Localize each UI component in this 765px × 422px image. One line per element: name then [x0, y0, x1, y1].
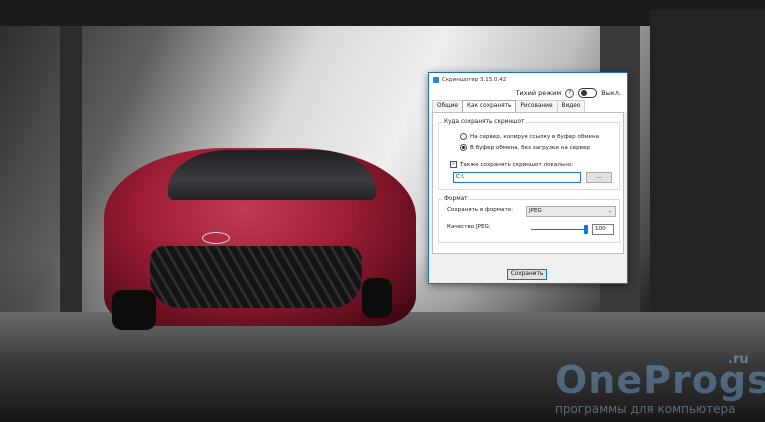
tab-general[interactable]: Общие	[432, 100, 463, 112]
toggle-knob	[581, 90, 588, 96]
title-bar[interactable]: Скриншотер 3.15.0.42	[429, 73, 627, 86]
settings-window: Скриншотер 3.15.0.42 Тихий режим ? Выкл.…	[428, 72, 628, 284]
format-label-row: Сохранять в формате:	[447, 207, 513, 213]
local-save-row[interactable]: ✓ Также сохранять скриншот локально:	[450, 161, 573, 168]
mode-bar: Тихий режим ? Выкл.	[429, 86, 627, 100]
chevron-down-icon: ⌄	[607, 208, 612, 214]
car-windshield	[168, 150, 376, 200]
format-select-value: JPEG	[529, 208, 542, 214]
bridge-wall	[650, 10, 765, 340]
format-select[interactable]: JPEG ⌄	[526, 206, 616, 217]
tab-drawing[interactable]: Рисование	[515, 100, 558, 112]
help-icon[interactable]: ?	[565, 88, 575, 98]
option-clipboard-row[interactable]: В буфер обмена, без загрузки на сервер	[460, 144, 590, 151]
browse-button[interactable]: ...	[586, 172, 612, 183]
toggle-state-label: Выкл.	[601, 89, 621, 97]
save-path-input[interactable]: C:\	[453, 172, 581, 183]
option-server-row[interactable]: На сервер, копируя ссылку в буфер обмена	[460, 133, 599, 140]
local-save-label: Также сохранять скриншот локально:	[460, 161, 574, 168]
tab-panel: Куда сохранять скриншот На сервер, копир…	[432, 112, 624, 254]
option-server-radio[interactable]	[460, 133, 467, 140]
quality-label-row: Качество JPEG:	[447, 224, 491, 230]
local-save-checkbox[interactable]: ✓	[450, 161, 457, 168]
quality-input[interactable]: 100	[592, 224, 614, 235]
bridge-pillar	[60, 26, 82, 326]
format-label: Сохранять в формате:	[447, 207, 514, 213]
format-group: Формат Сохранять в формате: JPEG ⌄ Качес…	[438, 196, 620, 243]
quality-label: Качество JPEG:	[447, 224, 491, 230]
option-clipboard-label: В буфер обмена, без загрузки на сервер	[470, 144, 590, 151]
save-location-group: Куда сохранять скриншот На сервер, копир…	[438, 119, 620, 190]
quality-slider-thumb[interactable]	[584, 225, 588, 234]
silent-mode-toggle[interactable]	[578, 88, 598, 98]
car-wheel	[112, 290, 156, 330]
save-button[interactable]: Сохранить	[507, 269, 547, 280]
car-wheel	[362, 278, 392, 318]
watermark-tld: .ru	[728, 352, 749, 367]
silent-mode-label: Тихий режим	[515, 89, 562, 97]
tab-video[interactable]: Видео	[556, 100, 586, 112]
quality-slider-fill	[531, 229, 586, 230]
car-grille	[150, 246, 362, 308]
car-logo	[202, 232, 230, 244]
tab-bar: Общие Как сохранять Рисование Видео	[429, 100, 627, 113]
watermark-tagline: программы для компьютера	[555, 402, 736, 416]
window-title: Скриншотер 3.15.0.42	[442, 76, 507, 83]
save-location-title: Куда сохранять скриншот	[443, 119, 526, 125]
app-icon	[433, 76, 439, 83]
format-title: Формат	[443, 196, 469, 202]
option-clipboard-radio[interactable]	[460, 144, 467, 151]
option-server-label: На сервер, копируя ссылку в буфер обмена	[470, 133, 600, 140]
